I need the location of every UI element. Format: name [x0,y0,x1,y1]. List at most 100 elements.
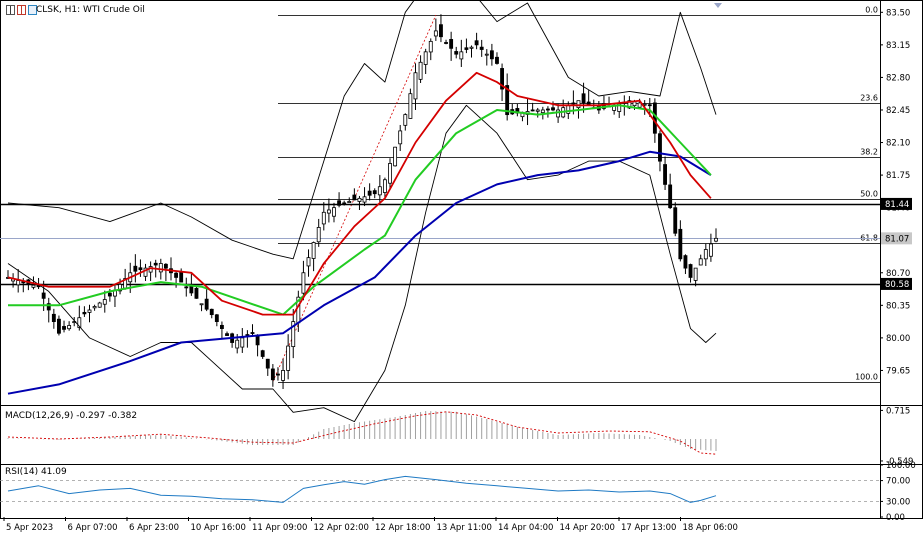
candle [214,313,219,327]
candle [209,308,214,319]
time-axis: 5 Apr 2023 6 Apr 07:00 6 Apr 23:00 10 Apr 1… [3,517,738,533]
candle-body [658,133,662,162]
candle [439,14,443,43]
candle-body [270,368,275,381]
candle-body [708,243,713,257]
candle [428,38,433,61]
price-tick-label: 82.10 [886,139,910,149]
time-tick-label: 5 Apr 2023 [6,523,53,533]
candle-body [489,50,494,60]
ma-blue-line [7,150,712,395]
candle-body [495,56,499,64]
price-tick-label: 82.80 [886,73,910,83]
bar-chart-icon[interactable] [6,5,15,15]
time-tick-label: 10 Apr 16:00 [191,523,246,533]
fib-level-label: 100.0 [855,373,878,382]
candle-body [209,308,214,316]
candle-body [16,280,21,286]
candle-body [174,272,179,278]
candle-body [678,228,683,260]
time-tick-label: 18 Apr 06:00 [683,523,738,533]
candle [296,290,301,332]
candle-body [163,263,168,269]
candle-body [484,53,489,56]
candle-body [703,249,708,260]
candle [184,277,189,297]
symbol-title: CLSK, H1: WTI Crude Oil [36,5,145,15]
candle [250,324,255,337]
candle [316,218,321,247]
candle-body [398,130,403,145]
fib-level-label: 50.0 [860,190,878,199]
candle-icon[interactable] [17,5,26,15]
candle-body [444,42,448,44]
rsi-tick-label: 0.00 [886,513,905,523]
candle [362,187,367,207]
time-tick-label: 6 Apr 07:00 [68,523,118,533]
candle [332,202,336,223]
candle-body [276,373,280,376]
candle-body [693,267,698,281]
candle [326,198,331,223]
candle [372,188,377,199]
rsi-tick-label: 100.00 [886,461,916,471]
fib-level-label: 0.0 [865,6,878,15]
candle [683,254,688,275]
price-axis: 83.5083.1582.8082.4582.1081.7581.4081.07… [880,8,910,376]
time-tick-label: 13 Apr 11:00 [437,523,492,533]
candle-body [367,190,372,196]
candle [133,254,138,283]
candle-body [133,265,138,272]
candle [245,330,250,348]
candle-body [714,237,718,242]
price-tick-label: 80.00 [886,334,910,344]
candle [87,304,92,323]
bollinger-lower [7,104,717,423]
candle-body [551,107,555,111]
time-tick-label: 17 Apr 13:00 [621,523,676,533]
candle [693,267,698,287]
candle [510,103,515,115]
candle-body [158,263,163,273]
candle [276,367,280,381]
candle [586,90,591,106]
candle-body [372,190,377,195]
candle [535,107,540,118]
candle [454,46,459,59]
candle-body [184,286,189,289]
candle-body [540,109,545,114]
candle-body [673,207,678,234]
candle [51,308,56,329]
candle-body [62,326,66,330]
candle [703,243,708,267]
candle-body [530,109,535,112]
price-tick-label: 80.35 [886,301,910,311]
candle-body [332,207,336,217]
candle [67,321,72,331]
candle [530,102,535,112]
candle-body [240,337,245,348]
candle [57,315,61,336]
candle [138,259,143,277]
chart-canvas[interactable]: 0.023.638.250.061.8100.083.5083.1582.808… [0,0,923,538]
candle [265,358,270,376]
candle-body [179,271,184,283]
candle [408,88,413,119]
candle-body [652,102,657,134]
candle-body [439,24,443,38]
candle-body [87,309,92,313]
candle [46,297,51,323]
candle-body [286,345,291,371]
price-tick-label: 83.15 [886,41,910,51]
candle-body [260,350,265,357]
candle-body [459,51,464,60]
candle-body [647,104,652,107]
candle [240,328,245,353]
candle [525,98,530,126]
candle-body [377,186,382,196]
candle [505,73,510,121]
candle [708,233,713,262]
candle-body [581,93,586,104]
candle [357,195,362,211]
candle [311,241,316,272]
